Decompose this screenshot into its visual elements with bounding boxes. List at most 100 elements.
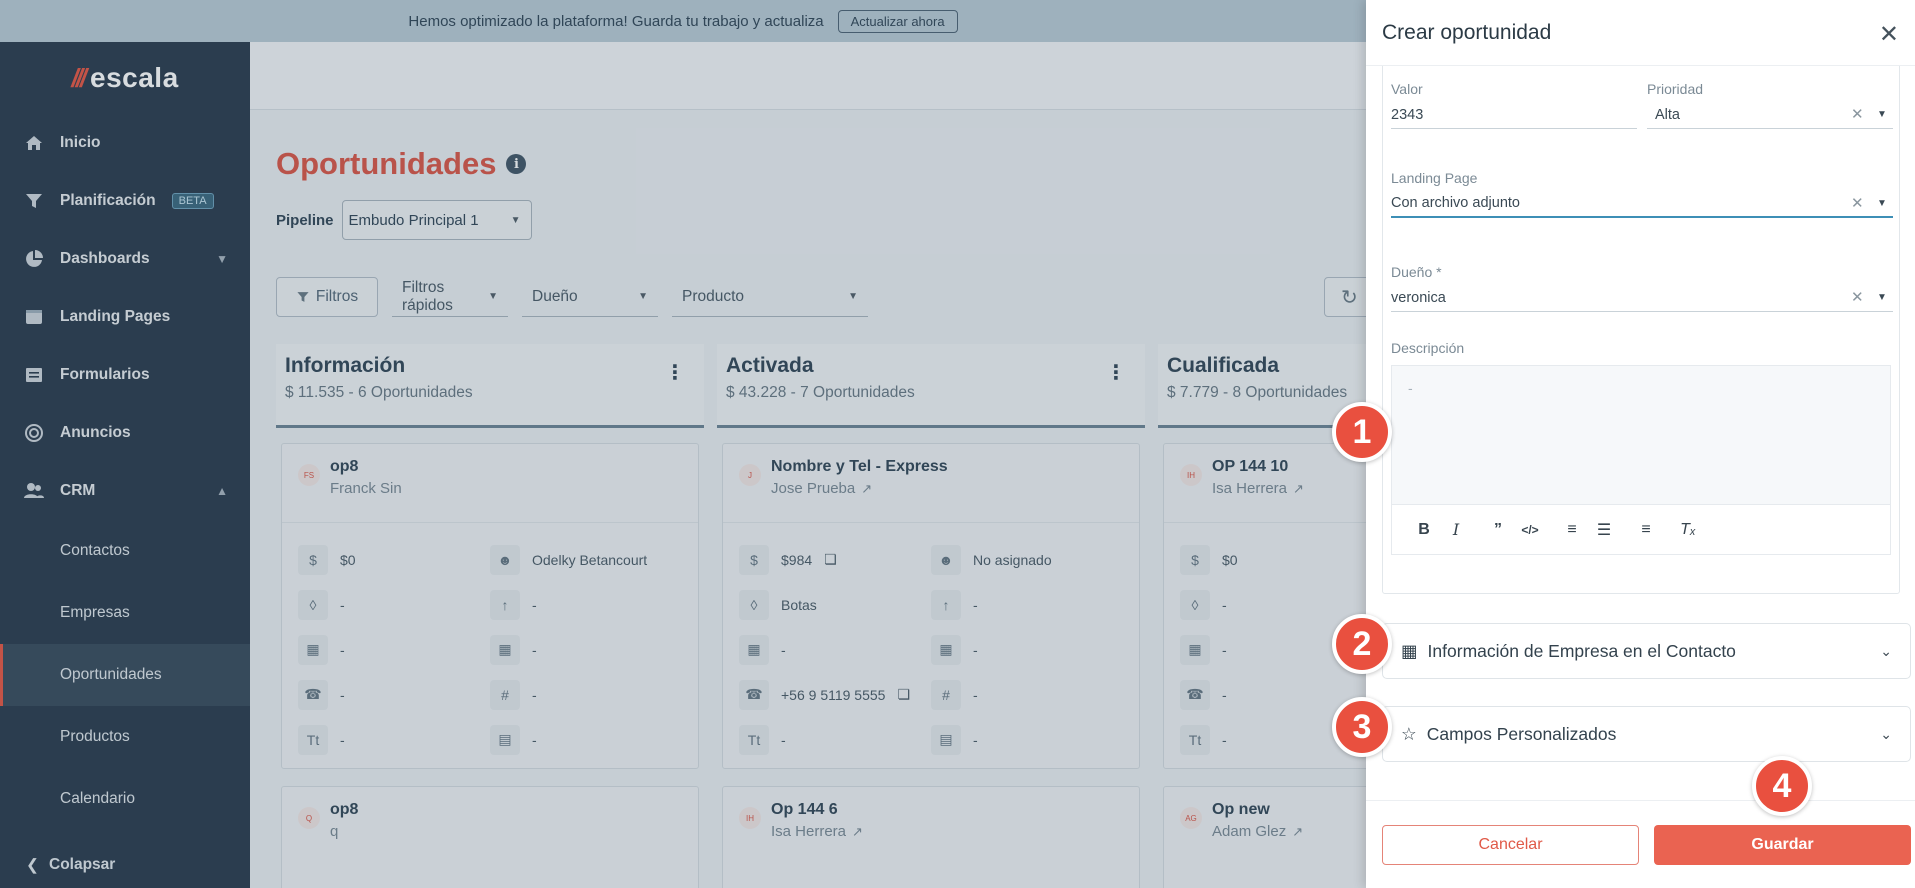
- description-editor[interactable]: - B I ” </> ≡ ☰ ≡ Tₓ: [1391, 365, 1891, 555]
- card-field-text: Tt -: [298, 717, 490, 762]
- pipeline-column: Información $ 11.535 - 6 Oportunidades ⋮…: [276, 344, 704, 888]
- save-button[interactable]: Guardar: [1654, 825, 1911, 865]
- opportunity-card[interactable]: J Nombre y Tel - Express Jose Prueba ↗ $ $…: [722, 443, 1140, 769]
- dollar-icon: $: [739, 544, 769, 575]
- field-text: -: [781, 731, 786, 748]
- sidebar-item-dashboards[interactable]: Dashboards ▼: [0, 230, 250, 288]
- text-icon: Tt: [298, 724, 328, 755]
- pipeline-label: Pipeline: [276, 211, 334, 229]
- owner-select[interactable]: veronica: [1391, 284, 1893, 312]
- tags-icon: ◊: [1180, 589, 1210, 620]
- copy-icon[interactable]: ❏: [824, 551, 837, 568]
- product-filter-select[interactable]: Producto ▼: [672, 277, 868, 317]
- owner-filter-select[interactable]: Dueño ▼: [522, 277, 658, 317]
- sidebar-subitem-oportunidades[interactable]: Oportunidades: [0, 644, 250, 706]
- quick-filters-label: Filtros rápidos: [402, 278, 453, 314]
- chevron-down-icon: ⌄: [1880, 642, 1892, 659]
- card-title: op8: [330, 801, 359, 818]
- sidebar-item-formularios[interactable]: Formularios: [0, 346, 250, 404]
- opportunity-card[interactable]: Q op8 q: [281, 786, 699, 888]
- opportunity-card[interactable]: AG Op new Adam Glez ↗: [1163, 786, 1366, 888]
- brand-logo[interactable]: /// escala: [0, 42, 250, 114]
- clear-icon[interactable]: ✕: [1851, 105, 1864, 123]
- company-info-accordion[interactable]: ▦ Información de Empresa en el Contacto …: [1382, 623, 1911, 679]
- pipeline-select[interactable]: Embudo Principal 1 ▼: [341, 200, 532, 240]
- ordered-list-icon[interactable]: ≡: [1556, 521, 1588, 539]
- card-contact: Adam Glez ↗: [1212, 823, 1303, 840]
- sidebar-item-planificacion[interactable]: Planificación BETA: [0, 172, 250, 230]
- quick-filters-select[interactable]: Filtros rápidos ▼: [392, 277, 508, 317]
- sidebar-item-landing-pages[interactable]: Landing Pages: [0, 288, 250, 346]
- funnel-icon: [297, 292, 309, 302]
- close-icon[interactable]: ✕: [1879, 20, 1899, 49]
- opportunity-form: Valor 2343 Prioridad Alta ✕ ▼ Landing Pa…: [1382, 66, 1900, 594]
- text-icon: Tt: [739, 724, 769, 755]
- code-icon[interactable]: </>: [1514, 523, 1546, 537]
- page-header: Oportunidades i: [276, 146, 527, 182]
- caret-down-icon[interactable]: ▼: [1877, 198, 1887, 209]
- clear-icon[interactable]: ✕: [1851, 288, 1864, 306]
- clear-icon[interactable]: ✕: [1851, 194, 1864, 212]
- field-text: -: [973, 731, 978, 748]
- clear-format-icon[interactable]: Tₓ: [1672, 521, 1704, 539]
- external-link-icon[interactable]: ↗: [1292, 824, 1303, 839]
- column-header: Cualificada $ 7.779 - 8 Oportunidades: [1158, 344, 1366, 428]
- field-text: $0: [340, 551, 356, 568]
- description-label: Descripción: [1391, 340, 1465, 356]
- update-now-button[interactable]: Actualizar ahora: [837, 9, 958, 33]
- caret-down-icon[interactable]: ▼: [1877, 109, 1887, 120]
- chevron-left-icon: ❮: [26, 856, 39, 874]
- external-link-icon[interactable]: ↗: [861, 481, 872, 496]
- landing-page-select[interactable]: Con archivo adjunto: [1391, 190, 1893, 218]
- copy-icon[interactable]: ❏: [897, 686, 910, 703]
- cancel-button[interactable]: Cancelar: [1382, 825, 1639, 865]
- sidebar-subitem-empresas[interactable]: Empresas: [0, 582, 250, 644]
- contact-name: Adam Glez: [1212, 823, 1287, 840]
- sidebar-subitem-calendario[interactable]: Calendario: [0, 768, 250, 830]
- external-link-icon[interactable]: ↗: [1293, 481, 1304, 496]
- filters-button[interactable]: Filtros: [276, 277, 378, 317]
- sidebar-item-label: Anuncios: [60, 424, 131, 441]
- bullet-list-icon[interactable]: ☰: [1588, 520, 1620, 540]
- sidebar-item-crm[interactable]: CRM ▲: [0, 462, 250, 520]
- card-field-table: ▤ -: [931, 717, 1123, 762]
- field-text: Odelky Betancourt: [532, 551, 648, 568]
- field-text: -: [781, 641, 786, 658]
- sidebar-subitem-productos[interactable]: Productos: [0, 706, 250, 768]
- star-icon: ☆: [1401, 723, 1417, 744]
- card-field-owner: ☻ No asignado: [931, 537, 1123, 582]
- align-left-icon[interactable]: ≡: [1630, 521, 1662, 539]
- field-text: -: [340, 596, 345, 613]
- landing-page-label: Landing Page: [1391, 170, 1478, 186]
- quote-icon[interactable]: ”: [1482, 521, 1514, 539]
- bold-icon[interactable]: B: [1408, 521, 1440, 539]
- value-input[interactable]: 2343: [1391, 101, 1637, 129]
- external-link-icon[interactable]: ↗: [852, 824, 863, 839]
- refresh-button[interactable]: ↻: [1324, 277, 1366, 317]
- card-field-table: ▤ -: [490, 717, 682, 762]
- card-field-number: # -: [490, 672, 682, 717]
- info-icon[interactable]: i: [506, 154, 527, 174]
- field-text: -: [340, 686, 345, 703]
- phone-icon: ☎: [298, 679, 328, 710]
- column-name: Información: [285, 354, 406, 377]
- form-icon: [22, 363, 46, 387]
- avatar: AG: [1180, 807, 1202, 829]
- dollar-icon: $: [298, 544, 328, 575]
- sidebar-subitem-contactos[interactable]: Contactos: [0, 520, 250, 582]
- sidebar-item-inicio[interactable]: Inicio: [0, 114, 250, 172]
- more-options-icon[interactable]: ⋮: [1106, 360, 1126, 385]
- caret-down-icon[interactable]: ▼: [1877, 292, 1887, 303]
- card-field-product: ◊ -: [1180, 582, 1366, 627]
- custom-fields-accordion[interactable]: ☆ Campos Personalizados ⌄: [1382, 706, 1911, 762]
- sidebar-item-anuncios[interactable]: Anuncios: [0, 404, 250, 462]
- more-options-icon[interactable]: ⋮: [665, 360, 685, 385]
- opportunity-card[interactable]: IH Op 144 6 Isa Herrera ↗: [722, 786, 1140, 888]
- hash-icon: #: [490, 679, 520, 710]
- tags-icon: ◊: [298, 589, 328, 620]
- opportunity-card[interactable]: FS op8 Franck Sin $ $0 ☻ Odelky Betancourt…: [281, 443, 699, 769]
- sidebar-item-label: Formularios: [60, 366, 150, 383]
- collapse-sidebar-button[interactable]: ❮ Colapsar: [0, 842, 250, 888]
- contact-name: Isa Herrera: [771, 823, 847, 840]
- italic-icon[interactable]: I: [1440, 520, 1472, 539]
